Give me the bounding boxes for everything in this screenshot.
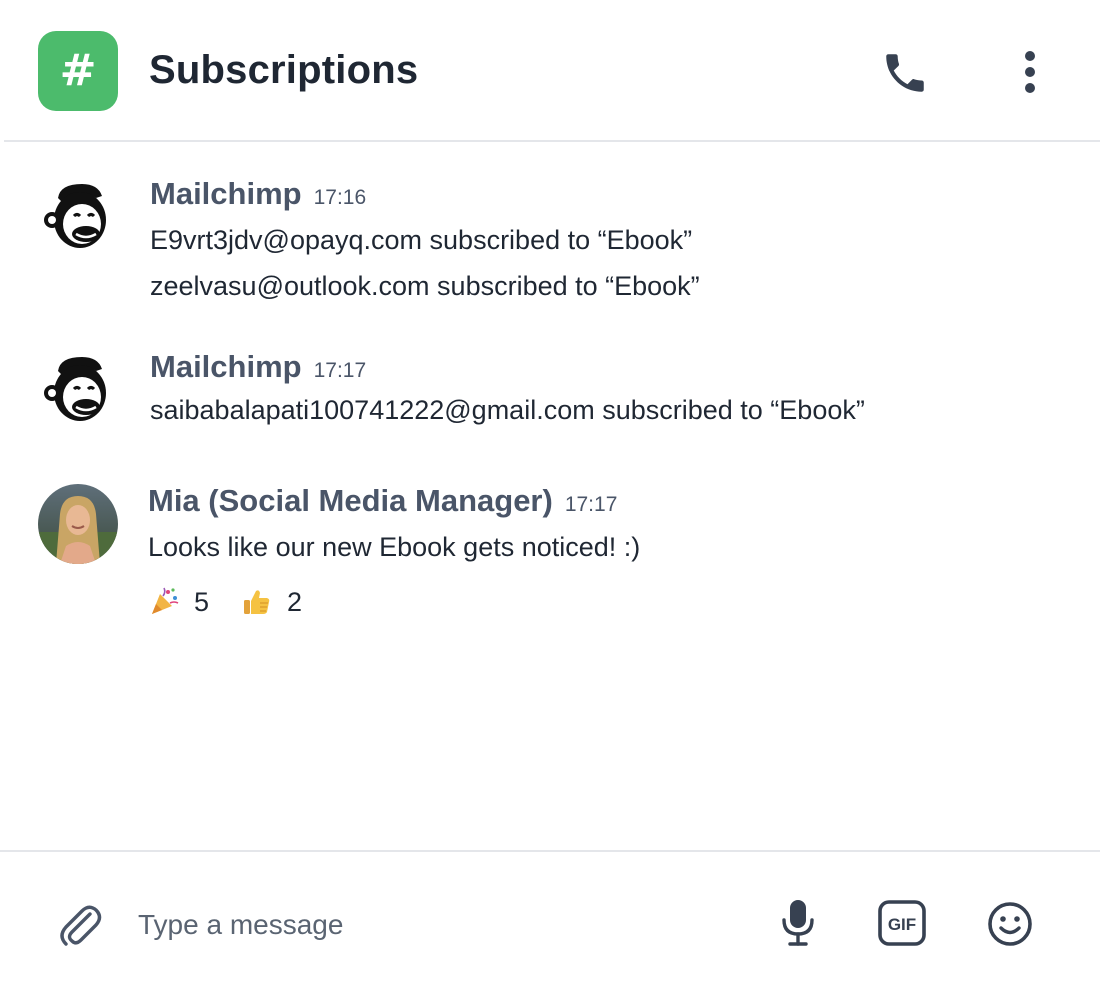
message-text: zeelvasu@outlook.com subscribed to “Eboo… bbox=[150, 271, 700, 301]
reaction-count: 2 bbox=[287, 586, 303, 617]
gif-button[interactable]: GIF bbox=[878, 900, 926, 946]
mailchimp-avatar[interactable] bbox=[38, 349, 118, 429]
voice-message-button[interactable] bbox=[778, 898, 818, 948]
svg-text:GIF: GIF bbox=[888, 915, 916, 934]
user-avatar[interactable] bbox=[38, 484, 118, 564]
mailchimp-logo-icon bbox=[44, 184, 106, 248]
message-text: Looks like our new Ebook gets noticed! :… bbox=[148, 532, 641, 562]
smiley-icon bbox=[988, 902, 1032, 946]
message-time: 17:16 bbox=[313, 186, 367, 209]
message-time: 17:17 bbox=[313, 359, 367, 382]
thumbs-up-icon bbox=[244, 590, 270, 614]
more-options-button[interactable] bbox=[1010, 48, 1050, 96]
channel-title: Subscriptions bbox=[149, 48, 419, 92]
mailchimp-avatar[interactable] bbox=[38, 176, 118, 256]
author-name: Mia (Social Media Manager) bbox=[148, 483, 553, 518]
message-list: Mailchimp 17:16 E9vrt3jdv@opayq.com subsc… bbox=[0, 142, 1100, 850]
microphone-icon bbox=[782, 900, 814, 946]
call-button[interactable] bbox=[880, 48, 930, 98]
message-author[interactable]: Mia (Social Media Manager) 17:17 bbox=[148, 483, 617, 519]
channel-avatar: # bbox=[38, 31, 118, 111]
message-text: E9vrt3jdv@opayq.com subscribed to “Ebook… bbox=[150, 225, 693, 255]
reaction-party[interactable]: 5 bbox=[148, 586, 209, 618]
gif-icon: GIF bbox=[878, 900, 926, 946]
author-name: Mailchimp bbox=[150, 349, 302, 384]
phone-icon bbox=[886, 54, 924, 92]
reaction-count: 5 bbox=[194, 586, 210, 617]
reaction-thumbs-up[interactable]: 2 bbox=[241, 586, 302, 618]
more-vertical-icon bbox=[1025, 51, 1035, 93]
mailchimp-logo-icon bbox=[44, 357, 106, 421]
channel-header: # Subscriptions bbox=[0, 0, 1100, 142]
hash-icon: # bbox=[59, 45, 97, 96]
attach-button[interactable] bbox=[54, 900, 104, 950]
message-author[interactable]: Mailchimp 17:16 bbox=[150, 176, 366, 212]
paperclip-icon bbox=[60, 905, 102, 946]
message-author[interactable]: Mailchimp 17:17 bbox=[150, 349, 366, 385]
message-input[interactable] bbox=[138, 900, 738, 950]
author-name: Mailchimp bbox=[150, 176, 302, 211]
party-popper-icon bbox=[152, 587, 179, 614]
reaction-bar: 5 2 bbox=[148, 586, 302, 618]
message-text: saibabalapati100741222@gmail.com subscri… bbox=[150, 395, 865, 425]
message-composer: GIF bbox=[0, 852, 1100, 992]
message-time: 17:17 bbox=[564, 493, 618, 516]
emoji-button[interactable] bbox=[986, 900, 1034, 948]
user-photo-icon bbox=[38, 484, 118, 564]
